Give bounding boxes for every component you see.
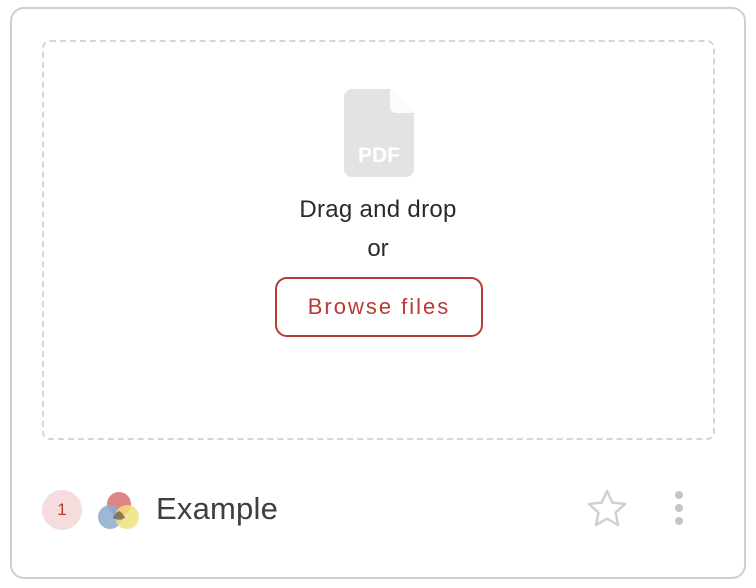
vertical-dots-icon[interactable] (668, 490, 690, 528)
pdf-icon-label: PDF (358, 144, 400, 167)
browse-files-button[interactable]: Browse files (275, 277, 483, 337)
or-separator-text: or (367, 235, 389, 262)
count-badge: 1 (42, 490, 82, 530)
item-title: Example (156, 491, 279, 526)
star-outline-icon[interactable] (586, 488, 628, 530)
pdf-file-icon: PDF (344, 89, 414, 177)
venn-circles-icon (98, 492, 139, 529)
drag-drop-text: Drag and drop (299, 196, 457, 223)
